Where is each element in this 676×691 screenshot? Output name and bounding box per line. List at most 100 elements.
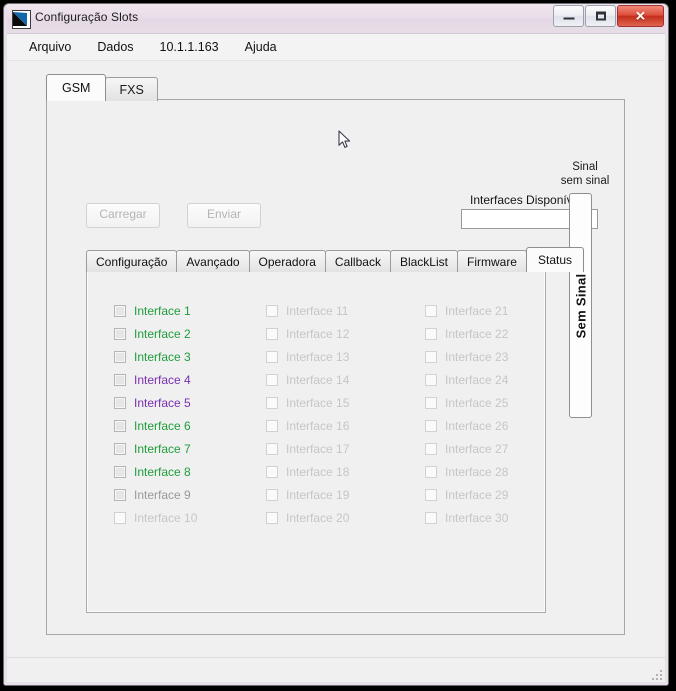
interface-label: Interface 9 xyxy=(134,487,191,502)
interface-row: Interface 19 xyxy=(266,483,349,506)
menu-item-dados[interactable]: Dados xyxy=(97,40,133,54)
interface-checkbox[interactable] xyxy=(114,396,126,409)
interface-label: Interface 4 xyxy=(134,372,191,387)
tab-operadora[interactable]: Operadora xyxy=(248,250,326,272)
interface-row[interactable]: Interface 1 xyxy=(114,299,197,322)
signal-level-bar: Sem Sinal xyxy=(569,193,592,418)
maximize-button[interactable] xyxy=(585,5,616,27)
interface-label: Interface 21 xyxy=(445,303,509,318)
interface-checkbox xyxy=(114,511,126,524)
interface-row: Interface 18 xyxy=(266,460,349,483)
interface-label: Interface 25 xyxy=(445,395,509,410)
interface-row[interactable]: Interface 2 xyxy=(114,322,197,345)
interface-column-3: Interface 21 Interface 22 Interface 23 Inte… xyxy=(425,299,508,529)
interface-label: Interface 8 xyxy=(134,464,191,479)
interface-checkbox xyxy=(266,396,278,409)
resize-grip[interactable] xyxy=(649,667,662,680)
close-icon: ✕ xyxy=(635,8,646,24)
swoosh-shape xyxy=(256,682,308,685)
interface-row: Interface 26 xyxy=(425,414,508,437)
interface-label: Interface 18 xyxy=(286,464,350,479)
interface-checkbox xyxy=(425,488,437,501)
tab-status[interactable]: Status xyxy=(525,247,585,272)
title-bar[interactable]: Configuração Slots ✕ xyxy=(4,4,668,34)
tab-gsm[interactable]: GSM xyxy=(46,74,107,101)
interface-label: Interface 1 xyxy=(134,303,191,318)
tab-fxs[interactable]: FXS xyxy=(105,77,158,101)
interface-label: Interface 13 xyxy=(286,349,350,364)
interface-row: Interface 15 xyxy=(266,391,349,414)
interface-checkbox xyxy=(266,327,278,340)
interface-checkbox xyxy=(425,373,437,386)
interface-row[interactable]: Interface 7 xyxy=(114,437,197,460)
interface-checkbox[interactable] xyxy=(114,465,126,478)
close-button[interactable]: ✕ xyxy=(617,5,664,27)
interface-checkbox xyxy=(425,350,437,363)
interface-row[interactable]: Interface 9 xyxy=(114,483,197,506)
interface-row[interactable]: Interface 3 xyxy=(114,345,197,368)
interface-row: Interface 17 xyxy=(266,437,349,460)
tab-firmware[interactable]: Firmware xyxy=(456,250,527,272)
interface-label: Interface 27 xyxy=(445,441,509,456)
interface-checkbox[interactable] xyxy=(114,373,126,386)
interface-row: Interface 22 xyxy=(425,322,508,345)
tab-blacklist[interactable]: BlackList xyxy=(389,250,458,272)
interface-row[interactable]: Interface 8 xyxy=(114,460,197,483)
tab-callback[interactable]: Callback xyxy=(324,250,391,272)
interface-checkbox[interactable] xyxy=(114,350,126,363)
interface-label: Interface 15 xyxy=(286,395,350,410)
interface-row[interactable]: Interface 4 xyxy=(114,368,197,391)
interface-checkbox xyxy=(425,304,437,317)
interface-checkbox xyxy=(425,511,437,524)
interface-label: Interface 2 xyxy=(134,326,191,341)
window-title: Configuração Slots xyxy=(35,10,139,24)
minimize-button[interactable] xyxy=(553,5,584,27)
interface-label: Interface 30 xyxy=(445,510,509,525)
client-area: GSM FXS Carregar Enviar Interfaces Dispo… xyxy=(7,61,665,685)
interface-row[interactable]: Interface 6 xyxy=(114,414,197,437)
interface-checkbox xyxy=(266,350,278,363)
interface-checkbox xyxy=(425,442,437,455)
application-window: Configuração Slots ✕ Arquivo Dados 10.1.… xyxy=(3,3,669,686)
interface-row: Interface 21 xyxy=(425,299,508,322)
interface-label: Interface 22 xyxy=(445,326,509,341)
interface-checkbox[interactable] xyxy=(114,304,126,317)
interface-label: Interface 11 xyxy=(286,303,349,318)
interface-label: Interface 20 xyxy=(286,510,350,525)
interface-row: Interface 16 xyxy=(266,414,349,437)
carregar-button[interactable]: Carregar xyxy=(86,203,160,228)
interface-row: Interface 24 xyxy=(425,368,508,391)
minimize-icon xyxy=(563,15,574,20)
status-tab-panel: Interface 1 Interface 2 Interface 3 Interfa… xyxy=(86,269,546,613)
interface-label: Interface 10 xyxy=(134,510,198,525)
tab-avancado[interactable]: Avançado xyxy=(176,250,250,272)
menu-item-arquivo[interactable]: Arquivo xyxy=(29,40,71,54)
interface-checkbox xyxy=(425,465,437,478)
interface-checkbox xyxy=(266,511,278,524)
interface-row: Interface 30 xyxy=(425,506,508,529)
interface-checkbox[interactable] xyxy=(114,327,126,340)
interface-column-2: Interface 11 Interface 12 Interface 13 Inte… xyxy=(266,299,349,529)
interface-row: Interface 14 xyxy=(266,368,349,391)
interface-row: Interface 29 xyxy=(425,483,508,506)
interface-checkbox xyxy=(266,304,278,317)
interface-checkbox xyxy=(266,442,278,455)
interface-row: Interface 25 xyxy=(425,391,508,414)
interface-label: Interface 7 xyxy=(134,441,191,456)
interface-checkbox[interactable] xyxy=(114,488,126,501)
interface-row: Interface 13 xyxy=(266,345,349,368)
interface-checkbox[interactable] xyxy=(114,419,126,432)
interface-checkbox[interactable] xyxy=(114,442,126,455)
maximize-icon xyxy=(595,11,606,21)
interface-row: Interface 11 xyxy=(266,299,349,322)
interface-checkbox xyxy=(266,488,278,501)
tab-configuracao[interactable]: Configuração xyxy=(86,250,178,272)
menu-item-ajuda[interactable]: Ajuda xyxy=(245,40,277,54)
interface-row[interactable]: Interface 5 xyxy=(114,391,197,414)
outer-tab-strip: GSM FXS xyxy=(46,74,158,101)
menu-item-ip-address[interactable]: 10.1.1.163 xyxy=(160,40,219,54)
signal-title: Sinal xyxy=(572,161,598,173)
interface-label: Interface 16 xyxy=(286,418,350,433)
interface-checkbox xyxy=(266,465,278,478)
enviar-button[interactable]: Enviar xyxy=(187,203,261,228)
